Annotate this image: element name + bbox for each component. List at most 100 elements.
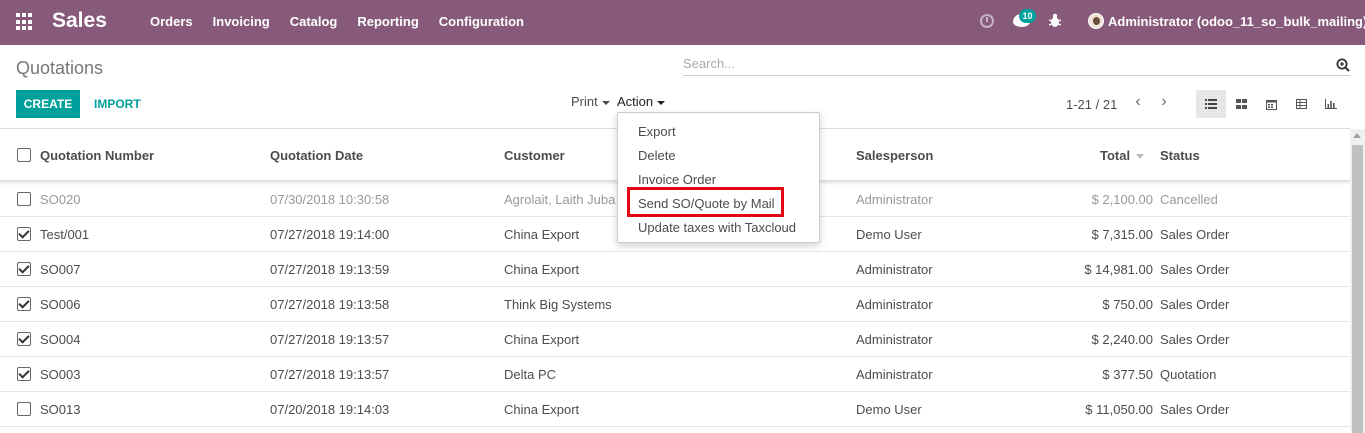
cell-total: $ 377.50	[1102, 367, 1153, 382]
cell-status: Sales Order	[1160, 262, 1230, 277]
cell-quotation-date: 07/27/2018 19:13:57	[270, 332, 390, 347]
cell-quotation-date: 07/27/2018 19:13:57	[270, 367, 390, 382]
cell-salesperson: Administrator	[856, 367, 933, 382]
menu-item-configuration[interactable]: Configuration	[439, 14, 524, 29]
debug-bug-icon[interactable]	[1048, 13, 1062, 29]
app-name: Sales	[52, 9, 107, 32]
row-checkbox[interactable]	[17, 227, 31, 241]
cell-status: Sales Order	[1160, 332, 1230, 347]
sort-descending-icon	[1136, 154, 1145, 160]
cell-total: $ 750.00	[1102, 297, 1153, 312]
cell-customer: China Export	[504, 262, 580, 277]
menu-item-invoice-order[interactable]: Invoice Order	[638, 172, 716, 187]
table-row[interactable]: SO006 07/27/2018 19:13:58 Think Big System…	[0, 287, 1350, 322]
print-label: Print	[571, 94, 598, 109]
cell-salesperson: Administrator	[856, 332, 933, 347]
cell-quotation-date: 07/27/2018 19:14:00	[270, 227, 390, 242]
column-quotation-number[interactable]: Quotation Number	[40, 148, 154, 163]
cell-customer: China Export	[504, 332, 580, 347]
table-row[interactable]: SO003 07/27/2018 19:13:57 Delta PC Administ…	[0, 357, 1350, 392]
menu-item-send-so-quote-by-mail[interactable]: Send SO/Quote by Mail	[638, 196, 775, 211]
scrollbar-thumb[interactable]	[1352, 145, 1363, 433]
row-checkbox[interactable]	[17, 402, 31, 416]
user-avatar[interactable]	[1088, 13, 1104, 29]
row-checkbox[interactable]	[17, 297, 31, 311]
menu-item-invoicing[interactable]: Invoicing	[213, 14, 270, 29]
menu-item-update-taxes-taxcloud[interactable]: Update taxes with Taxcloud	[638, 220, 796, 235]
search-toggle-icon[interactable]	[1336, 58, 1350, 72]
scroll-up-arrow-icon[interactable]	[1353, 133, 1361, 138]
search-input[interactable]	[683, 56, 1323, 71]
row-checkbox[interactable]	[17, 192, 31, 206]
cell-status: Sales Order	[1160, 402, 1230, 417]
vertical-scrollbar[interactable]	[1350, 129, 1365, 433]
cell-quotation-number: SO006	[40, 297, 81, 312]
cell-quotation-date: 07/30/2018 10:30:58	[270, 192, 390, 207]
action-dropdown[interactable]: Action	[617, 94, 666, 109]
table-row[interactable]: SO004 07/27/2018 19:13:57 China Export Admi…	[0, 322, 1350, 357]
menu-item-catalog[interactable]: Catalog	[290, 14, 338, 29]
cell-status: Cancelled	[1160, 192, 1218, 207]
activity-clock-icon[interactable]	[980, 14, 994, 28]
graph-view-icon[interactable]	[1316, 90, 1346, 118]
pager-next-icon[interactable]: ›	[1155, 94, 1173, 112]
cell-customer: China Export	[504, 227, 580, 242]
cell-quotation-number: SO020	[40, 192, 81, 207]
list-view-icon[interactable]	[1196, 90, 1226, 118]
menu-item-reporting[interactable]: Reporting	[357, 14, 418, 29]
cell-total: $ 14,981.00	[1084, 262, 1153, 277]
menu-item-export[interactable]: Export	[638, 124, 676, 139]
column-status[interactable]: Status	[1160, 148, 1200, 163]
table-row[interactable]: SO013 07/20/2018 19:14:03 China Export Demo…	[0, 392, 1350, 427]
column-total[interactable]: Total	[1100, 148, 1145, 163]
column-customer[interactable]: Customer	[504, 148, 565, 163]
cell-status: Sales Order	[1160, 297, 1230, 312]
cell-status: Sales Order	[1160, 227, 1230, 242]
row-checkbox[interactable]	[17, 262, 31, 276]
menu-item-orders[interactable]: Orders	[150, 14, 193, 29]
search-bar	[683, 56, 1350, 76]
cell-customer: China Export	[504, 402, 580, 417]
cell-customer: Agrolait, Laith Juba	[504, 192, 616, 207]
cell-total: $ 2,240.00	[1091, 332, 1153, 347]
cell-status: Quotation	[1160, 367, 1217, 382]
pivot-view-icon[interactable]	[1286, 90, 1316, 118]
cell-quotation-date: 07/27/2018 19:13:58	[270, 297, 390, 312]
cell-quotation-date: 07/20/2018 19:14:03	[270, 402, 390, 417]
cell-total: $ 7,315.00	[1091, 227, 1153, 242]
cell-quotation-date: 07/27/2018 19:13:59	[270, 262, 390, 277]
row-checkbox[interactable]	[17, 332, 31, 346]
pager-value[interactable]: 1-21 / 21	[1066, 97, 1117, 112]
page-title: Quotations	[16, 58, 104, 78]
cell-quotation-number: Test/001	[40, 227, 90, 242]
action-dropdown-menu: Export Delete Invoice Order Send SO/Quot…	[617, 112, 820, 243]
select-all-checkbox[interactable]	[17, 148, 31, 162]
main-menu: Orders Invoicing Catalog Reporting Confi…	[150, 14, 544, 29]
column-total-label: Total	[1100, 148, 1131, 163]
chevron-down-icon	[601, 100, 610, 105]
import-button[interactable]: IMPORT	[88, 90, 147, 118]
cell-salesperson: Demo User	[856, 227, 922, 242]
column-salesperson[interactable]: Salesperson	[856, 148, 933, 163]
cell-quotation-number: SO013	[40, 402, 81, 417]
calendar-view-icon[interactable]	[1256, 90, 1286, 118]
column-quotation-date[interactable]: Quotation Date	[270, 148, 363, 163]
cell-total: $ 11,050.00	[1085, 402, 1153, 417]
cell-quotation-number: SO003	[40, 367, 81, 382]
print-dropdown[interactable]: Print	[571, 94, 610, 109]
chevron-down-icon	[657, 100, 666, 105]
pager-previous-icon[interactable]: ‹	[1129, 94, 1147, 112]
user-menu[interactable]: Administrator (odoo_11_so_bulk_mailing)	[1108, 14, 1365, 29]
cell-customer: Delta PC	[504, 367, 557, 382]
apps-menu-icon[interactable]	[16, 13, 34, 31]
top-navbar: Sales Orders Invoicing Catalog Reporting…	[0, 0, 1365, 45]
create-button[interactable]: CREATE	[16, 90, 80, 118]
menu-item-delete[interactable]: Delete	[638, 148, 676, 163]
cell-salesperson: Administrator	[856, 262, 933, 277]
row-checkbox[interactable]	[17, 367, 31, 381]
table-row[interactable]: SO007 07/27/2018 19:13:59 China Export Admi…	[0, 252, 1350, 287]
cell-total: $ 2,100.00	[1091, 192, 1153, 207]
kanban-view-icon[interactable]	[1226, 90, 1256, 118]
cell-customer: Think Big Systems	[504, 297, 612, 312]
cell-quotation-number: SO004	[40, 332, 81, 347]
